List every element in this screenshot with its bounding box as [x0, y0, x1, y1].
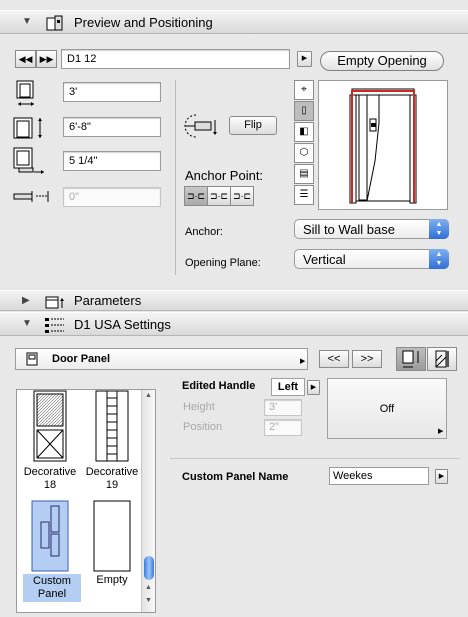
panel-type-value: Door Panel — [52, 353, 111, 365]
opening-plane-label: Opening Plane: — [185, 257, 261, 269]
anchor-point-left[interactable]: ⊐·⊏ — [184, 186, 208, 206]
custom-panel-thumbnail — [31, 500, 69, 572]
side-view-icon[interactable]: ◧ — [294, 122, 314, 142]
decorative-18-thumbnail — [33, 390, 67, 462]
anchor-select[interactable]: Sill to Wall base ▲ ▼ — [294, 219, 449, 239]
door-panel-icon — [26, 352, 38, 366]
scroll-up-arrow-icon[interactable]: ▲ — [145, 584, 152, 591]
select-arrows-icon: ▲ ▼ — [429, 219, 449, 239]
empty-opening-button[interactable]: Empty Opening — [320, 51, 444, 71]
decorative-19-thumbnail — [95, 390, 129, 462]
offset-field[interactable]: 0" — [63, 187, 161, 207]
list-view-icon[interactable]: ☰ — [294, 185, 314, 205]
handle-style-value: Off — [379, 403, 395, 415]
settings-section-title: D1 USA Settings — [74, 317, 171, 332]
prev-door-button[interactable]: ◀◀ — [15, 50, 36, 68]
position-label: Position — [183, 421, 223, 433]
disclosure-triangle-collapsed-icon[interactable]: ▶ — [22, 295, 30, 306]
edited-handle-menu-button[interactable]: ▶ — [307, 380, 320, 395]
scrollbar-thumb[interactable] — [144, 556, 154, 580]
thickness-dimension-icon — [13, 147, 44, 174]
offset-dimension-icon — [13, 191, 49, 202]
parameters-section-title: Parameters — [74, 293, 142, 308]
decorative-18-label: Decorative 18 — [23, 466, 77, 491]
disclosure-triangle-expanded-icon[interactable]: ▼ — [22, 16, 32, 27]
door-menu-arrow-button[interactable]: ▶ — [297, 51, 312, 67]
corner-menu-arrow-icon: ▶ — [438, 428, 444, 435]
panel-dimension-icon — [402, 350, 419, 368]
empty-thumbnail — [93, 500, 131, 572]
door-settings-icon — [46, 15, 63, 31]
flip-button[interactable]: Flip — [229, 116, 277, 135]
edited-handle-value[interactable]: Left — [271, 378, 305, 396]
dropdown-arrow-icon: ▶ — [300, 358, 306, 365]
custom-panel-name-field[interactable]: Weekes — [329, 467, 429, 485]
parameters-icon — [45, 296, 64, 309]
plan-view-icon[interactable]: ⌖ — [294, 80, 314, 100]
panel-dimension-view-button[interactable] — [396, 347, 426, 371]
preview-section-title: Preview and Positioning — [74, 15, 213, 30]
panel-gallery[interactable]: Decorative 18 Decorative 19 Custom Panel… — [16, 389, 156, 613]
handle-position-field[interactable]: 2" — [264, 419, 302, 436]
scroll-up-arrow-icon[interactable]: ▲ — [145, 392, 152, 399]
height-dimension-icon — [13, 117, 42, 139]
previous-panel-button[interactable]: << — [319, 350, 349, 368]
opening-plane-select-value: Vertical — [303, 252, 346, 267]
width-field[interactable]: 3' — [63, 82, 161, 102]
settings-section-header[interactable]: ▼ D1 USA Settings — [0, 312, 468, 336]
custom-panel-label: Custom Panel — [23, 574, 81, 602]
anchor-point-label: Anchor Point: — [185, 168, 264, 183]
view-mode-toolbar: ⌖ ▯ ◧ ⬡ ▤ ☰ — [294, 80, 314, 208]
panel-item-empty[interactable]: Empty — [81, 500, 143, 605]
scroll-down-arrow-icon[interactable]: ▼ — [145, 597, 152, 604]
settings-divider — [170, 458, 460, 459]
next-door-button[interactable]: ▶▶ — [36, 50, 57, 68]
panel-type-select[interactable]: Door Panel ▶ — [15, 348, 308, 370]
door-name-field[interactable]: D1 12 — [61, 49, 290, 69]
panel-material-view-button[interactable] — [427, 347, 457, 371]
decorative-19-label: Decorative 19 — [85, 466, 139, 491]
anchor-label: Anchor: — [185, 226, 223, 238]
anchor-point-selector[interactable]: ⊐·⊏ ⊐·⊏ ⊐·⊏ — [184, 186, 254, 206]
door-preview-panel — [318, 80, 448, 210]
preview-section-header[interactable]: ▼ Preview and Positioning — [0, 10, 468, 34]
anchor-point-right[interactable]: ⊐·⊏ — [230, 186, 254, 206]
section-view-icon[interactable]: ▤ — [294, 164, 314, 184]
custom-panel-name-label: Custom Panel Name — [182, 471, 289, 483]
section-divider — [175, 80, 176, 275]
parameters-section-header[interactable]: ▶ Parameters — [0, 290, 468, 311]
settings-icon — [45, 318, 64, 333]
anchor-point-center[interactable]: ⊐·⊏ — [207, 186, 231, 206]
empty-label: Empty — [96, 574, 128, 586]
handle-style-button[interactable]: Off ▶ — [327, 378, 447, 439]
handle-height-field[interactable]: 3' — [264, 399, 302, 416]
edited-handle-label: Edited Handle — [182, 380, 256, 392]
door-preview-drawing — [349, 88, 417, 204]
panel-material-icon — [435, 350, 449, 368]
flip-icon — [184, 114, 217, 138]
elevation-view-icon[interactable]: ▯ — [294, 101, 314, 121]
height-field[interactable]: 6'-8" — [63, 117, 161, 137]
next-panel-button[interactable]: >> — [352, 350, 382, 368]
height-label: Height — [183, 401, 215, 413]
disclosure-triangle-expanded-icon[interactable]: ▼ — [22, 318, 32, 329]
gallery-scrollbar[interactable]: ▲ ▲ ▼ — [141, 390, 155, 612]
panel-item-decorative-18[interactable]: Decorative 18 — [19, 390, 81, 495]
thickness-field[interactable]: 5 1/4" — [63, 151, 161, 171]
3d-view-icon[interactable]: ⬡ — [294, 143, 314, 163]
panel-item-decorative-19[interactable]: Decorative 19 — [81, 390, 143, 495]
panel-item-custom-panel[interactable]: Custom Panel — [19, 500, 81, 605]
width-dimension-icon — [16, 80, 34, 106]
anchor-select-value: Sill to Wall base — [303, 222, 395, 237]
opening-plane-select[interactable]: Vertical ▲ ▼ — [294, 249, 449, 269]
custom-panel-name-menu-button[interactable]: ▶ — [435, 469, 448, 484]
select-arrows-icon: ▲ ▼ — [429, 249, 449, 269]
